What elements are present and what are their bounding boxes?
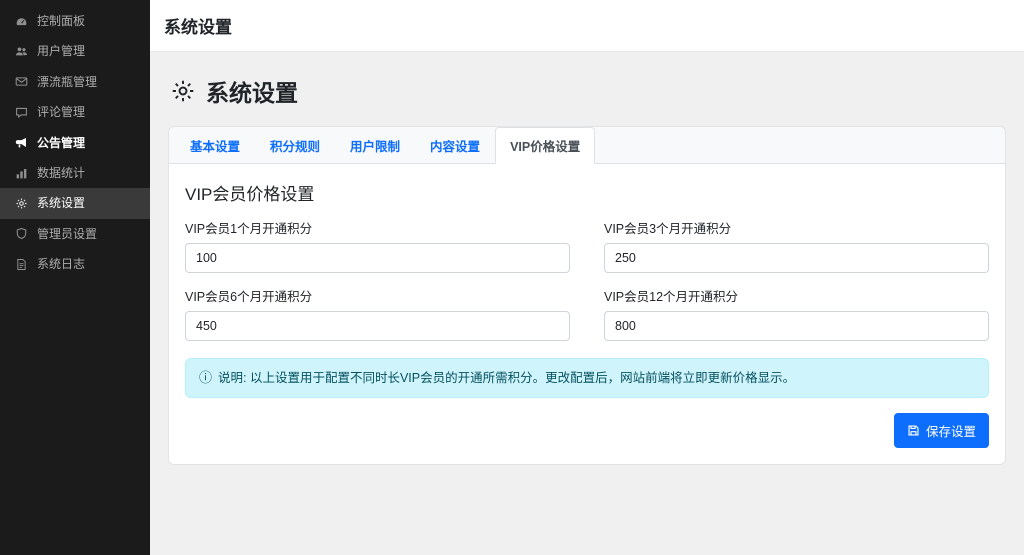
page-title: 系统设置 <box>206 74 298 108</box>
info-circle-icon: ⓘ <box>199 369 212 387</box>
bullhorn-icon <box>14 136 28 150</box>
comment-icon <box>14 105 28 119</box>
app-window: 控制面板 用户管理 漂流瓶管理 评论管理 公告管理 数据统计 系统设置 管理员 <box>0 0 1024 555</box>
sidebar-item-label: 系统设置 <box>37 196 85 210</box>
field-vip-1-month: VIP会员1个月开通积分 <box>185 218 570 273</box>
sidebar-item-label: 数据统计 <box>37 166 85 180</box>
sidebar-item-label: 漂流瓶管理 <box>37 75 97 89</box>
info-alert: ⓘ 说明: 以上设置用于配置不同时长VIP会员的开通所需积分。更改配置后，网站前… <box>185 358 989 398</box>
tab-content-settings[interactable]: 内容设置 <box>415 127 495 164</box>
save-icon <box>907 424 920 437</box>
sidebar-item-system-logs[interactable]: 系统日志 <box>0 249 150 279</box>
sidebar-item-label: 评论管理 <box>37 105 85 119</box>
sidebar-item-label: 管理员设置 <box>37 227 97 241</box>
vip-12-month-input[interactable] <box>604 311 989 341</box>
field-label: VIP会员6个月开通积分 <box>185 286 570 305</box>
envelope-icon <box>14 75 28 89</box>
sidebar-item-label: 系统日志 <box>37 257 85 271</box>
sidebar-item-statistics[interactable]: 数据统计 <box>0 158 150 188</box>
sidebar: 控制面板 用户管理 漂流瓶管理 评论管理 公告管理 数据统计 系统设置 管理员 <box>0 0 150 555</box>
field-vip-12-month: VIP会员12个月开通积分 <box>604 286 989 341</box>
dashboard-icon <box>14 14 28 28</box>
tab-vip-price-settings[interactable]: VIP价格设置 <box>495 127 595 164</box>
sidebar-item-system-settings[interactable]: 系统设置 <box>0 188 150 218</box>
content-area: 系统设置 基本设置 积分规则 用户限制 内容设置 VIP价格设置 VIP会员价格… <box>150 52 1024 481</box>
sidebar-item-dashboard[interactable]: 控制面板 <box>0 6 150 36</box>
vip-price-form: VIP会员1个月开通积分 VIP会员3个月开通积分 VIP会员6个月开通积分 <box>185 218 989 341</box>
topbar: 系统设置 <box>150 0 1024 52</box>
field-vip-3-month: VIP会员3个月开通积分 <box>604 218 989 273</box>
sidebar-item-announcements[interactable]: 公告管理 <box>0 128 150 158</box>
shield-icon <box>14 227 28 241</box>
settings-card: 基本设置 积分规则 用户限制 内容设置 VIP价格设置 VIP会员价格设置 VI… <box>168 126 1006 465</box>
form-actions: 保存设置 <box>185 413 989 448</box>
users-icon <box>14 45 28 59</box>
gear-icon <box>14 197 28 211</box>
field-label: VIP会员1个月开通积分 <box>185 218 570 237</box>
page-header: 系统设置 <box>170 74 1006 108</box>
field-vip-6-month: VIP会员6个月开通积分 <box>185 286 570 341</box>
field-label: VIP会员12个月开通积分 <box>604 286 989 305</box>
section-title: VIP会员价格设置 <box>185 180 989 205</box>
tab-panel-vip-prices: VIP会员价格设置 VIP会员1个月开通积分 VIP会员3个月开通积分 VIP会… <box>169 164 1005 464</box>
save-button[interactable]: 保存设置 <box>894 413 989 448</box>
topbar-title: 系统设置 <box>164 13 1010 38</box>
sidebar-item-users[interactable]: 用户管理 <box>0 36 150 66</box>
save-button-label: 保存设置 <box>926 421 976 440</box>
vip-1-month-input[interactable] <box>185 243 570 273</box>
tab-points-rules[interactable]: 积分规则 <box>255 127 335 164</box>
tab-basic-settings[interactable]: 基本设置 <box>175 127 255 164</box>
tab-user-limits[interactable]: 用户限制 <box>335 127 415 164</box>
field-label: VIP会员3个月开通积分 <box>604 218 989 237</box>
sidebar-item-admin-settings[interactable]: 管理员设置 <box>0 219 150 249</box>
vip-6-month-input[interactable] <box>185 311 570 341</box>
sidebar-item-label: 控制面板 <box>37 14 85 28</box>
sidebar-item-comments[interactable]: 评论管理 <box>0 97 150 127</box>
sidebar-item-label: 公告管理 <box>37 136 85 150</box>
settings-tabs: 基本设置 积分规则 用户限制 内容设置 VIP价格设置 <box>169 127 1005 164</box>
sidebar-item-label: 用户管理 <box>37 44 85 58</box>
vip-3-month-input[interactable] <box>604 243 989 273</box>
chart-icon <box>14 166 28 180</box>
info-alert-text: 说明: 以上设置用于配置不同时长VIP会员的开通所需积分。更改配置后，网站前端将… <box>218 369 795 387</box>
main-area: 系统设置 系统设置 基本设置 积分规则 用户限制 内容设置 VIP价格设置 VI <box>150 0 1024 555</box>
log-icon <box>14 257 28 271</box>
gear-icon <box>170 78 196 104</box>
sidebar-item-bottles[interactable]: 漂流瓶管理 <box>0 67 150 97</box>
